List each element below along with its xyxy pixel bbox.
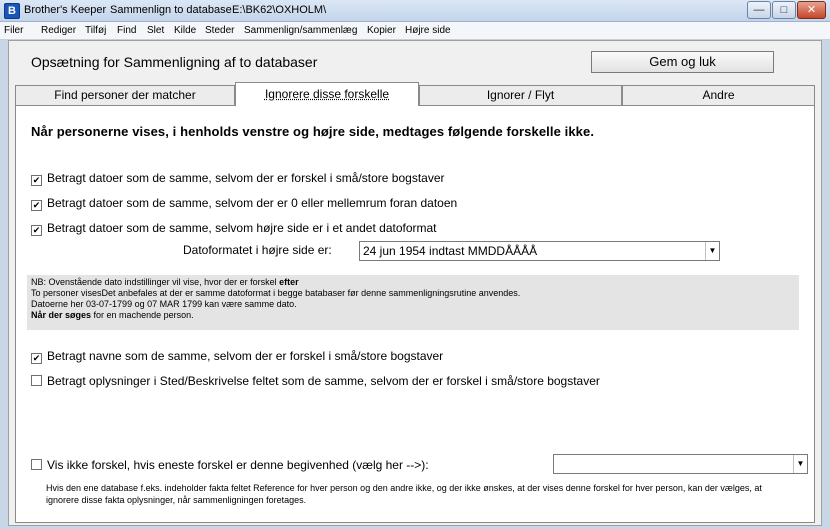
window-module-title: Sammenlign to database [110, 4, 232, 16]
menu-find[interactable]: Find [117, 25, 136, 36]
date-case-checkbox[interactable]: ✔ [31, 175, 42, 186]
event-help-text: Hvis den ene database f.eks. indeholder … [46, 483, 762, 505]
title-bar: B Brother's Keeper Sammenlign to databas… [0, 0, 830, 22]
date-zero-label: Betragt datoer som de samme, selvom der … [47, 196, 458, 210]
date-format-select[interactable]: 24 jun 1954 indtast MMDDÅÅÅÅ ▼ [359, 241, 720, 261]
place-case-checkbox[interactable] [31, 375, 42, 386]
note-line1-emphasis: efter [279, 277, 299, 287]
date-zero-option[interactable]: ✔ Betragt datoer som de samme, selvom der… [31, 196, 457, 212]
menu-kopier[interactable]: Kopier [367, 25, 396, 36]
minimize-icon[interactable]: — [747, 1, 771, 19]
date-format-label: Betragt datoer som de samme, selvom højr… [47, 221, 437, 235]
place-case-option[interactable]: Betragt oplysninger i Sted/Beskrivelse f… [31, 374, 600, 390]
save-and-close-button[interactable]: Gem og luk [591, 51, 774, 73]
date-case-option[interactable]: ✔ Betragt datoer som de samme, selvom der… [31, 171, 445, 187]
tab-label: Ignorere disse forskelle [264, 87, 390, 101]
date-format-checkbox[interactable]: ✔ [31, 225, 42, 236]
app-logo-icon: B [4, 3, 20, 19]
event-select[interactable]: ▼ [553, 454, 808, 474]
event-ignore-option[interactable]: Vis ikke forskel, hvis eneste forskel er… [31, 458, 429, 474]
note-line4: for en machende person. [93, 310, 194, 320]
tab-other[interactable]: Andre [622, 85, 815, 105]
menu-steder[interactable]: Steder [205, 25, 234, 36]
menu-hoejre-side[interactable]: Højre side [405, 25, 451, 36]
name-case-label: Betragt navne som de samme, selvom der e… [47, 349, 444, 363]
name-case-checkbox[interactable]: ✔ [31, 353, 42, 364]
date-format-option[interactable]: ✔ Betragt datoer som de samme, selvom høj… [31, 221, 437, 237]
tab-label: Ignorer / Flyt [486, 88, 555, 102]
event-ignore-checkbox[interactable] [31, 459, 42, 470]
name-case-option[interactable]: ✔ Betragt navne som de samme, selvom der … [31, 349, 443, 365]
compare-setup-panel: Opsætning for Sammenligning af to databa… [8, 40, 822, 526]
note-line2: To personer visesDet anbefales at der er… [31, 288, 521, 298]
menu-kilde[interactable]: Kilde [174, 25, 196, 36]
chevron-down-icon[interactable]: ▼ [793, 455, 807, 473]
section-heading: Når personerne vises, i henholds venstre… [31, 124, 595, 139]
tab-label: Find personer der matcher [54, 88, 196, 102]
tab-label: Andre [702, 88, 735, 102]
menu-slet[interactable]: Slet [147, 25, 164, 36]
window-path: E:\BK62\OXHOLM\ [232, 4, 327, 16]
tab-ignore-differences[interactable]: Ignorere disse forskelle [235, 82, 419, 106]
menu-rediger[interactable]: Rediger [41, 25, 76, 36]
date-format-value: 24 jun 1954 indtast MMDDÅÅÅÅ [363, 244, 538, 258]
event-ignore-label: Vis ikke forskel, hvis eneste forskel er… [47, 458, 429, 472]
menu-bar: Filer Rediger Tilføj Find Slet Kilde Ste… [0, 22, 830, 40]
date-format-field-label: Datoformatet i højre side er: [183, 243, 332, 257]
date-case-label: Betragt datoer som de samme, selvom der … [47, 171, 445, 185]
tab-content: Når personerne vises, i henholds venstre… [15, 105, 815, 523]
note-line1: NB: Ovenstående dato indstillinger vil v… [31, 277, 277, 287]
tab-find-matching[interactable]: Find personer der matcher [15, 85, 235, 105]
tab-ignore-move[interactable]: Ignorer / Flyt [419, 85, 622, 105]
menu-tilfoej[interactable]: Tilføj [85, 25, 106, 36]
close-icon[interactable]: ✕ [797, 1, 826, 19]
note-line4-emphasis: Når der søges [31, 310, 92, 320]
date-note-box: NB: Ovenstående dato indstillinger vil v… [27, 275, 799, 330]
place-case-label: Betragt oplysninger i Sted/Beskrivelse f… [47, 374, 600, 388]
note-line3: Datoerne her 03-07-1799 og 07 MAR 1799 k… [31, 299, 297, 309]
page-title: Opsætning for Sammenligning af to databa… [31, 54, 318, 70]
menu-sammenlign[interactable]: Sammenlign/sammenlæg [244, 25, 357, 36]
chevron-down-icon[interactable]: ▼ [705, 242, 719, 260]
menu-filer[interactable]: Filer [4, 25, 23, 36]
date-zero-checkbox[interactable]: ✔ [31, 200, 42, 211]
maximize-icon[interactable]: □ [772, 1, 796, 19]
app-name: Brother's Keeper [24, 4, 107, 16]
